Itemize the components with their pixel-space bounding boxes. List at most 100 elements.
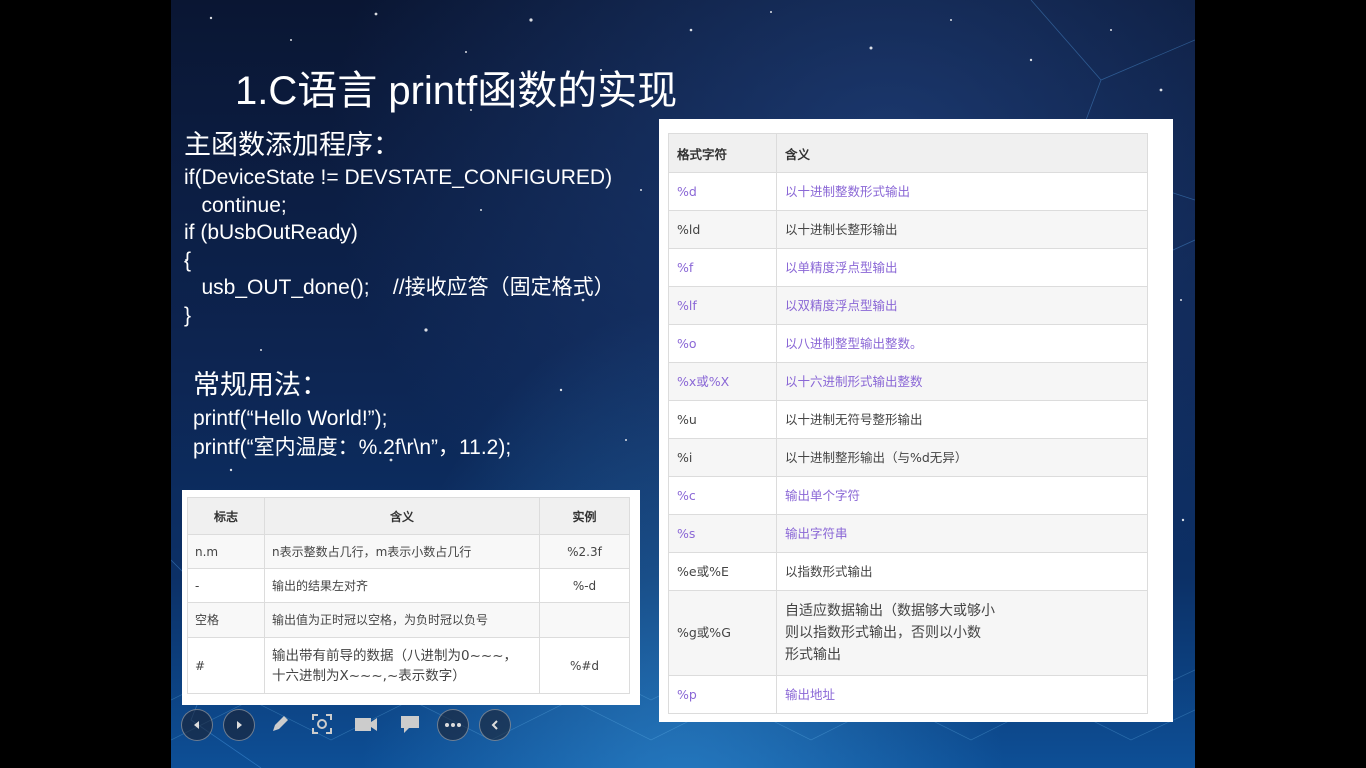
format-code-cell: %c [668, 476, 777, 515]
code-line: usb_OUT_done(); //接收应答（固定格式） [184, 276, 615, 299]
presentation-toolbar [181, 705, 516, 743]
code-line: if (bUsbOutReady) [184, 221, 358, 244]
flag-cell: n.m [187, 534, 265, 569]
code-line: continue; [184, 193, 287, 217]
format-code-cell: %u [668, 400, 777, 439]
table-row: %d 以十进制整数形式输出 [668, 172, 1148, 211]
table-row: - 输出的结果左对齐 %-d [187, 568, 630, 603]
format-meaning-cell: 自适应数据输出（数据够大或够小 则以指数形式输出，否则以小数 形式输出 [776, 590, 1148, 676]
format-code-cell: %g或%G [668, 590, 777, 676]
usage-line: printf(“Hello World!”); [193, 407, 388, 430]
flags-table: 标志 含义 实例 n.m n表示整数占几行，m表示小数占几行 %2.3f - 输… [187, 497, 630, 694]
column-header-meaning: 含义 [264, 497, 540, 535]
meaning-cell: 输出带有前导的数据（八进制为0~~~， 十六进制为X~~~,~表示数字） [264, 637, 540, 694]
chevron-left-icon [491, 720, 498, 730]
table-row: %g或%G 自适应数据输出（数据够大或够小 则以指数形式输出，否则以小数 形式输… [668, 590, 1148, 676]
camera-icon [355, 718, 377, 731]
speech-bubble-icon [401, 716, 419, 733]
format-meaning-cell: 以单精度浮点型输出 [776, 248, 1148, 287]
collapse-toolbar-button[interactable] [479, 709, 511, 741]
format-meaning-cell: 以十六进制形式输出整数 [776, 362, 1148, 401]
usage-line: printf(“室内温度：%.2f\r\n”，11.2); [193, 436, 512, 459]
camera-button[interactable] [351, 709, 381, 739]
table-row: %x或%X 以十六进制形式输出整数 [668, 362, 1148, 401]
table-header-row: 标志 含义 实例 [187, 497, 630, 535]
more-options-button[interactable] [437, 709, 469, 741]
format-meaning-cell: 以八进制整型输出整数。 [776, 324, 1148, 363]
format-code-cell: %f [668, 248, 777, 287]
triangle-right-icon [237, 721, 242, 729]
meaning-line: 自适应数据输出（数据够大或够小 [785, 603, 995, 619]
table-row: %p 输出地址 [668, 675, 1148, 714]
zoom-button[interactable] [307, 709, 337, 739]
table-row: %c 输出单个字符 [668, 476, 1148, 515]
example-cell: %2.3f [539, 534, 630, 569]
format-table: 格式字符 含义 %d 以十进制整数形式输出 %ld 以十进制长整形输出 %f 以… [668, 133, 1148, 714]
usage-heading: 常规用法： [193, 370, 328, 401]
meaning-line: 则以指数形式输出，否则以小数 [785, 625, 981, 641]
table-row: %e或%E 以指数形式输出 [668, 552, 1148, 591]
table-row: n.m n表示整数占几行，m表示小数占几行 %2.3f [187, 534, 630, 569]
comment-button[interactable] [395, 709, 425, 739]
table-row: %o 以八进制整型输出整数。 [668, 324, 1148, 363]
format-meaning-cell: 输出单个字符 [776, 476, 1148, 515]
column-header-example: 实例 [539, 497, 630, 535]
code-line: { [184, 248, 192, 272]
format-table-panel: 格式字符 含义 %d 以十进制整数形式输出 %ld 以十进制长整形输出 %f 以… [659, 119, 1173, 722]
format-meaning-cell: 以双精度浮点型输出 [776, 286, 1148, 325]
format-code-cell: %s [668, 514, 777, 553]
code-section: 主函数添加程序： if(DeviceState != DEVSTATE_CONF… [184, 128, 615, 329]
code-line: if(DeviceState != DEVSTATE_CONFIGURED) [184, 166, 613, 189]
format-meaning-cell: 以指数形式输出 [776, 552, 1148, 591]
pen-icon [273, 716, 288, 731]
usage-section: 常规用法： printf(“Hello World!”); printf(“室内… [193, 368, 511, 462]
format-code-cell: %lf [668, 286, 777, 325]
previous-slide-button[interactable] [181, 709, 213, 741]
meaning-line: 形式输出 [785, 647, 841, 663]
meaning-line: 十六进制为X~~~,~表示数字） [272, 667, 466, 684]
meaning-cell: n表示整数占几行，m表示小数占几行 [264, 534, 540, 569]
zoom-frame-icon [312, 714, 332, 734]
format-meaning-cell: 输出字符串 [776, 514, 1148, 553]
format-meaning-cell: 以十进制无符号整形输出 [776, 400, 1148, 439]
pen-tool-button[interactable] [265, 709, 295, 739]
example-cell: %-d [539, 568, 630, 603]
format-meaning-cell: 输出地址 [776, 675, 1148, 714]
format-code-cell: %o [668, 324, 777, 363]
format-code-cell: %e或%E [668, 552, 777, 591]
table-row: %ld 以十进制长整形输出 [668, 210, 1148, 249]
example-cell [539, 602, 630, 638]
column-header-format: 格式字符 [668, 133, 777, 173]
format-code-cell: %d [668, 172, 777, 211]
format-meaning-cell: 以十进制整形输出（与%d无异） [776, 438, 1148, 477]
table-row: %u 以十进制无符号整形输出 [668, 400, 1148, 439]
table-row: 空格 输出值为正时冠以空格，为负时冠以负号 [187, 602, 630, 638]
triangle-left-icon [194, 721, 199, 729]
code-heading: 主函数添加程序： [184, 130, 400, 161]
table-row: %i 以十进制整形输出（与%d无异） [668, 438, 1148, 477]
column-header-meaning: 含义 [776, 133, 1148, 173]
format-code-cell: %x或%X [668, 362, 777, 401]
table-row: %s 输出字符串 [668, 514, 1148, 553]
table-row: # 输出带有前导的数据（八进制为0~~~， 十六进制为X~~~,~表示数字） %… [187, 637, 630, 694]
table-row: %f 以单精度浮点型输出 [668, 248, 1148, 287]
format-meaning-cell: 以十进制整数形式输出 [776, 172, 1148, 211]
next-slide-button[interactable] [223, 709, 255, 741]
table-row: %lf 以双精度浮点型输出 [668, 286, 1148, 325]
flag-cell: - [187, 568, 265, 603]
code-line: } [184, 303, 192, 327]
flags-table-panel: 标志 含义 实例 n.m n表示整数占几行，m表示小数占几行 %2.3f - 输… [182, 490, 640, 705]
format-meaning-cell: 以十进制长整形输出 [776, 210, 1148, 249]
format-code-cell: %i [668, 438, 777, 477]
slide-canvas: 1.C语言 printf函数的实现 主函数添加程序： if(DeviceStat… [171, 0, 1195, 768]
format-code-cell: %p [668, 675, 777, 714]
example-cell: %#d [539, 637, 630, 694]
table-header-row: 格式字符 含义 [668, 133, 1148, 173]
meaning-line: 输出带有前导的数据（八进制为0~~~， [272, 647, 518, 664]
meaning-cell: 输出值为正时冠以空格，为负时冠以负号 [264, 602, 540, 638]
ellipsis-icon [445, 723, 461, 727]
slide-title: 1.C语言 printf函数的实现 [235, 69, 678, 113]
meaning-cell: 输出的结果左对齐 [264, 568, 540, 603]
flag-cell: # [187, 637, 265, 694]
column-header-flag: 标志 [187, 497, 265, 535]
